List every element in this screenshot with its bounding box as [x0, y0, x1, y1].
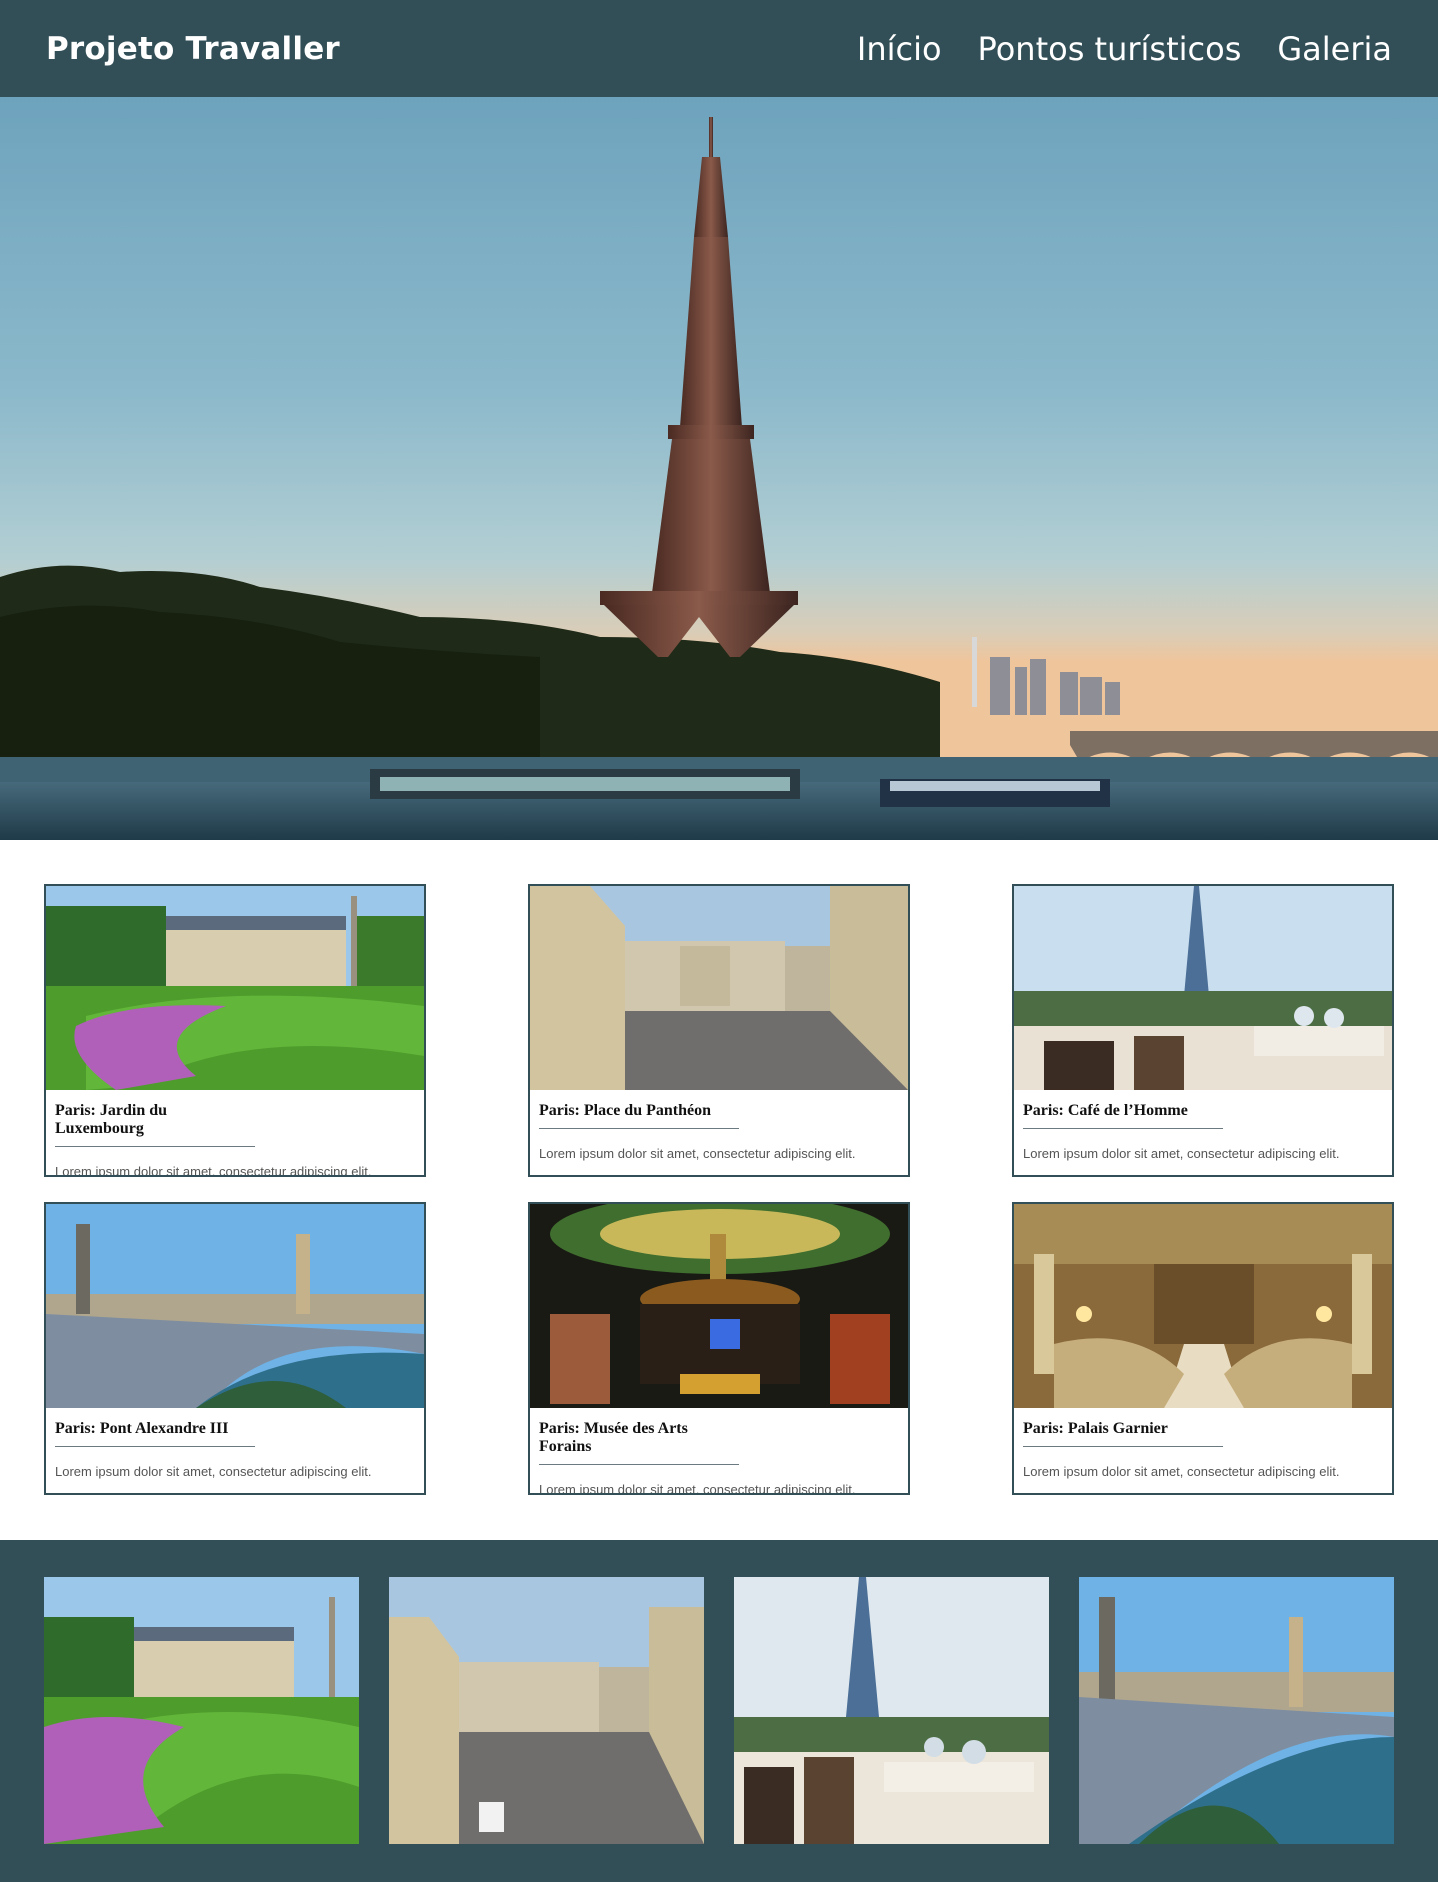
card-body: Paris: Pont Alexandre III Lorem ipsum do…	[46, 1408, 424, 1479]
card-palais-garnier[interactable]: Paris: Palais Garnier Lorem ipsum dolor …	[1012, 1202, 1394, 1495]
palais-garnier-image	[1014, 1204, 1392, 1408]
card-body: Paris: Jardin du Luxembourg Lorem ipsum …	[46, 1090, 424, 1177]
nav-link-galeria[interactable]: Galeria	[1277, 30, 1392, 68]
hero-image	[0, 97, 1438, 840]
hero-eiffel-illustration	[0, 117, 1438, 840]
gallery-thumb-place-du-pantheon[interactable]	[389, 1577, 704, 1844]
nav-link-pontos-turisticos[interactable]: Pontos turísticos	[978, 30, 1242, 68]
card-pont-alexandre-iii[interactable]: Paris: Pont Alexandre III Lorem ipsum do…	[44, 1202, 426, 1495]
card-body: Paris: Palais Garnier Lorem ipsum dolor …	[1014, 1408, 1392, 1479]
card-jardin-du-luxembourg[interactable]: Paris: Jardin du Luxembourg Lorem ipsum …	[44, 884, 426, 1177]
jardin-du-luxembourg-image	[46, 886, 424, 1090]
gallery-thumbnails	[44, 1577, 1394, 1844]
card-title: Paris: Place du Panthéon	[539, 1102, 739, 1129]
cafe-de-lhomme-image	[1014, 886, 1392, 1090]
card-body: Paris: Musée des Arts Forains Lorem ipsu…	[530, 1408, 908, 1495]
card-title: Paris: Jardin du Luxembourg	[55, 1102, 255, 1147]
card-title: Paris: Pont Alexandre III	[55, 1420, 255, 1447]
card-title: Paris: Palais Garnier	[1023, 1420, 1223, 1447]
card-body: Paris: Café de l’Homme Lorem ipsum dolor…	[1014, 1090, 1392, 1161]
site-header: Projeto Travaller Início Pontos turístic…	[0, 0, 1438, 97]
gallery-thumb-jardin-du-luxembourg[interactable]	[44, 1577, 359, 1844]
card-description: Lorem ipsum dolor sit amet, consectetur …	[55, 1164, 372, 1177]
card-body: Paris: Place du Panthéon Lorem ipsum dol…	[530, 1090, 908, 1161]
card-title: Paris: Musée des Arts Forains	[539, 1420, 739, 1465]
card-description: Lorem ipsum dolor sit amet, consectetur …	[1023, 1146, 1340, 1161]
card-description: Lorem ipsum dolor sit amet, consectetur …	[539, 1146, 856, 1161]
card-description: Lorem ipsum dolor sit amet, consectetur …	[539, 1482, 856, 1495]
attractions-grid: Paris: Jardin du Luxembourg Lorem ipsum …	[44, 884, 1394, 1495]
musee-des-arts-forains-image	[530, 1204, 908, 1408]
nav-link-inicio[interactable]: Início	[857, 30, 942, 68]
place-du-pantheon-image	[530, 886, 908, 1090]
gallery-thumb-cafe-de-lhomme[interactable]	[734, 1577, 1049, 1844]
site-brand[interactable]: Projeto Travaller	[46, 31, 340, 67]
card-description: Lorem ipsum dolor sit amet, consectetur …	[1023, 1464, 1340, 1479]
card-place-du-pantheon[interactable]: Paris: Place du Panthéon Lorem ipsum dol…	[528, 884, 910, 1177]
pont-alexandre-iii-image	[46, 1204, 424, 1408]
gallery-section	[0, 1540, 1438, 1882]
card-description: Lorem ipsum dolor sit amet, consectetur …	[55, 1464, 372, 1479]
card-cafe-de-lhomme[interactable]: Paris: Café de l’Homme Lorem ipsum dolor…	[1012, 884, 1394, 1177]
gallery-thumb-pont-alexandre-iii[interactable]	[1079, 1577, 1394, 1844]
main-nav: Início Pontos turísticos Galeria	[857, 30, 1392, 68]
card-title: Paris: Café de l’Homme	[1023, 1102, 1223, 1129]
card-musee-des-arts-forains[interactable]: Paris: Musée des Arts Forains Lorem ipsu…	[528, 1202, 910, 1495]
